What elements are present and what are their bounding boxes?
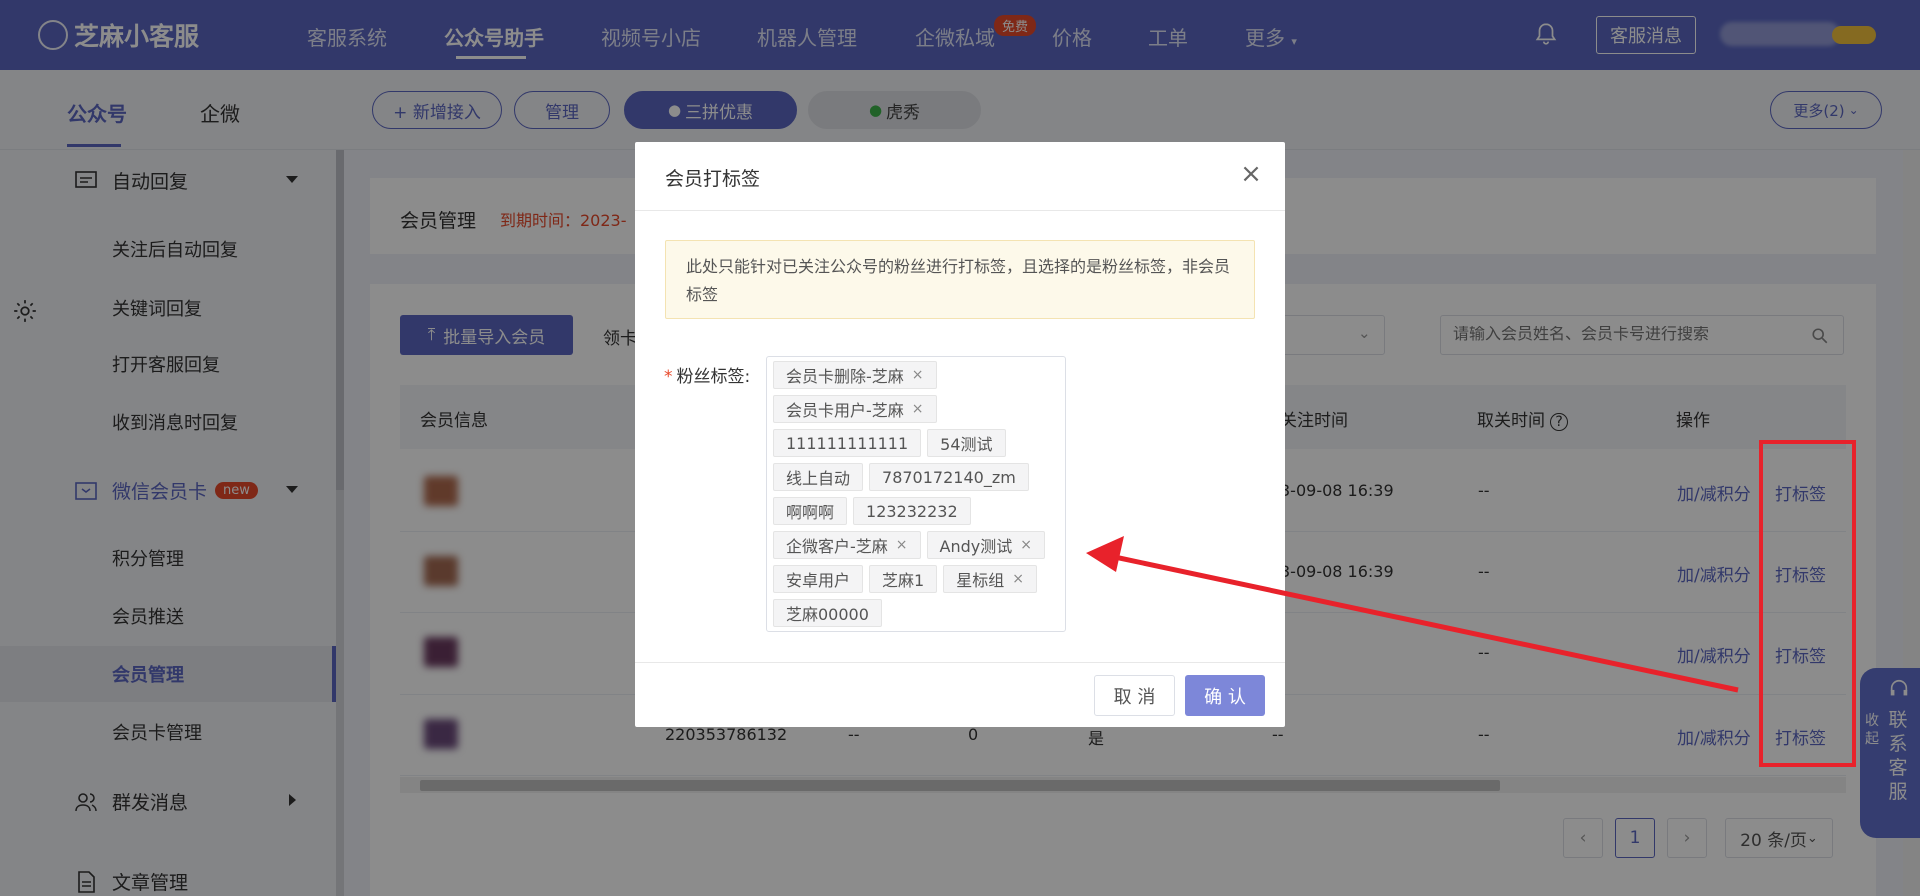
tag-text: Andy测试 [939,537,1013,556]
fan-tag-chip[interactable]: 安卓用户 [773,565,864,593]
cancel-button[interactable]: 取 消 [1094,675,1175,716]
dialog-footer-divider [635,662,1285,663]
fan-tag-chip[interactable]: 7870172140_zm [869,463,1029,491]
tag-text: 会员卡用户-芝麻 [786,401,904,420]
fan-tag-label: * 粉丝标签: [664,362,750,387]
tag-text: 星标组 [956,571,1005,590]
fan-tag-chip[interactable]: 企微客户-芝麻 × [773,531,921,559]
fan-tag-chip[interactable]: 123232232 [853,497,971,525]
tag-text: 54测试 [940,435,993,454]
remove-tag-icon[interactable]: × [912,367,924,383]
tag-text: 111111111111 [786,433,909,453]
remove-tag-icon[interactable]: × [896,537,908,553]
tag-text: 啊啊啊 [786,503,835,522]
fan-tag-chip[interactable]: 线上自动 [773,463,864,491]
tag-text: 企微客户-芝麻 [786,537,888,556]
required-mark: * [664,367,673,387]
fan-tag-chip[interactable]: 会员卡删除-芝麻 × [773,361,937,389]
fan-tag-chip[interactable]: 芝麻00000 [773,599,882,627]
fan-tag-chip[interactable]: 星标组 × [943,565,1037,593]
remove-tag-icon[interactable]: × [1012,571,1024,587]
tag-text: 线上自动 [786,469,851,488]
dialog-title: 会员打标签 [665,168,761,190]
fan-tag-chip[interactable]: 会员卡用户-芝麻 × [773,395,937,423]
tag-text: 7870172140_zm [882,467,1016,487]
tag-text: 会员卡删除-芝麻 [786,367,904,386]
fan-tag-selector[interactable]: 会员卡删除-芝麻 × 会员卡用户-芝麻 × 111111111111 54测试 线上自动 78… [766,356,1066,632]
dialog-notice: 此处只能针对已关注公众号的粉丝进行打标签，且选择的是粉丝标签，非会员标签 [665,240,1255,319]
highlight-box [1759,440,1856,767]
tag-text: 芝麻00000 [786,605,869,624]
remove-tag-icon[interactable]: × [912,401,924,417]
fan-tag-chip[interactable]: 111111111111 [773,429,922,457]
fan-tag-chip[interactable]: 54测试 [927,429,1006,457]
confirm-button[interactable]: 确 认 [1185,675,1265,716]
tag-text: 芝麻1 [882,571,925,590]
tag-text: 安卓用户 [786,571,851,590]
close-icon[interactable]: × [1238,161,1264,187]
dialog-header-divider [635,210,1285,211]
fan-tag-label-text: 粉丝标签: [676,367,751,387]
remove-tag-icon[interactable]: × [1020,537,1032,553]
fan-tag-chip[interactable]: 芝麻1 [869,565,938,593]
fan-tag-chip[interactable]: 啊啊啊 [773,497,848,525]
fan-tag-chip[interactable]: Andy测试 × [926,531,1045,559]
tag-text: 123232232 [866,501,958,521]
